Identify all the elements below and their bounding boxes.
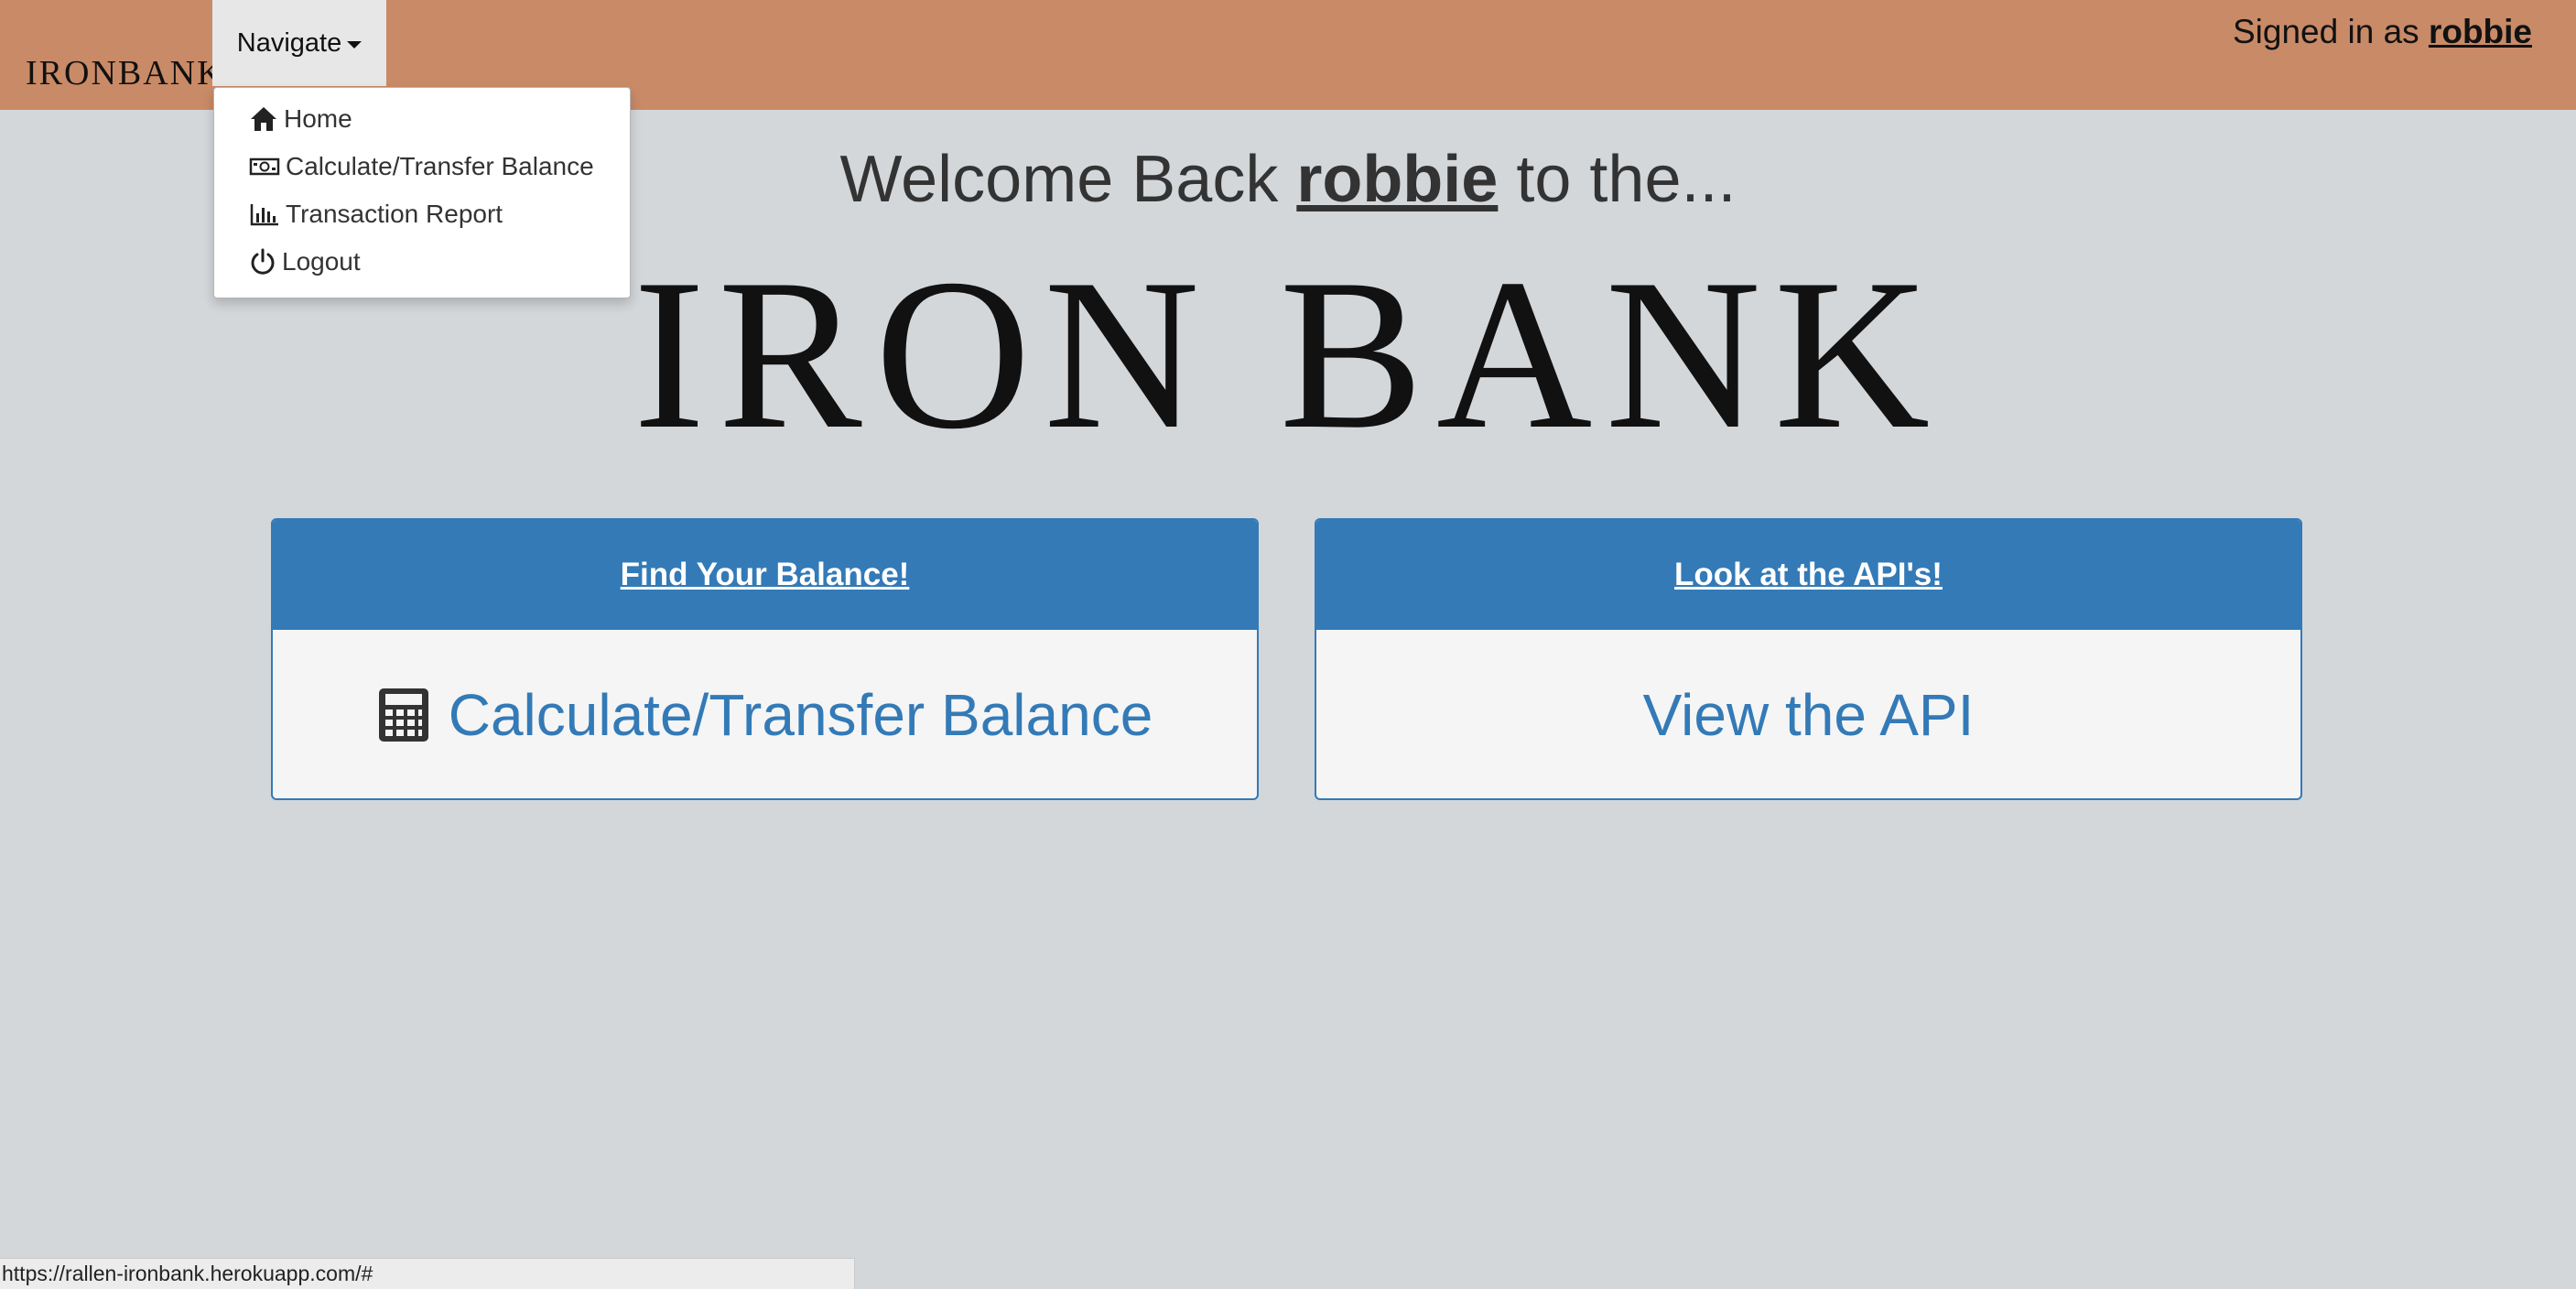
calculator-icon [378, 688, 428, 742]
navigate-dropdown-button[interactable]: Navigate [212, 0, 386, 86]
caret-down-icon [347, 41, 363, 49]
home-icon [251, 107, 276, 131]
welcome-suffix: to the... [1498, 143, 1737, 216]
welcome-heading: Welcome Back robbie to the... [0, 142, 2576, 217]
find-balance-link[interactable]: Find Your Balance! [621, 557, 910, 593]
card-body[interactable]: View the API [1316, 630, 2300, 798]
navigate-label: Navigate [236, 27, 342, 58]
menu-item-label: Home [284, 104, 352, 133]
card-body[interactable]: Calculate/Transfer Balance [273, 630, 1257, 798]
browser-status-bar: https://rallen-ironbank.herokuapp.com/# [0, 1258, 855, 1289]
api-link[interactable]: Look at the API's! [1674, 557, 1943, 593]
menu-item-home[interactable]: Home [249, 104, 352, 134]
welcome-prefix: Welcome Back [839, 143, 1297, 216]
signed-in-prefix: Signed in as [2233, 13, 2429, 50]
brand-logo[interactable]: IRONBANK [26, 53, 224, 93]
view-api-link[interactable]: View the API [1643, 681, 1975, 749]
card-header: Look at the API's! [1316, 520, 2300, 630]
card-header: Find Your Balance! [273, 520, 1257, 630]
api-card: Look at the API's! View the API [1315, 518, 2302, 800]
welcome-user-link[interactable]: robbie [1296, 143, 1498, 216]
calculate-transfer-link[interactable]: Calculate/Transfer Balance [449, 681, 1153, 749]
signed-in-user-link[interactable]: robbie [2429, 13, 2532, 50]
find-balance-card: Find Your Balance! Calculate/Transfer Ba… [271, 518, 1259, 800]
iron-bank-logo: IRON BANK [633, 235, 1943, 474]
signed-in-status: Signed in as robbie [2233, 13, 2532, 51]
